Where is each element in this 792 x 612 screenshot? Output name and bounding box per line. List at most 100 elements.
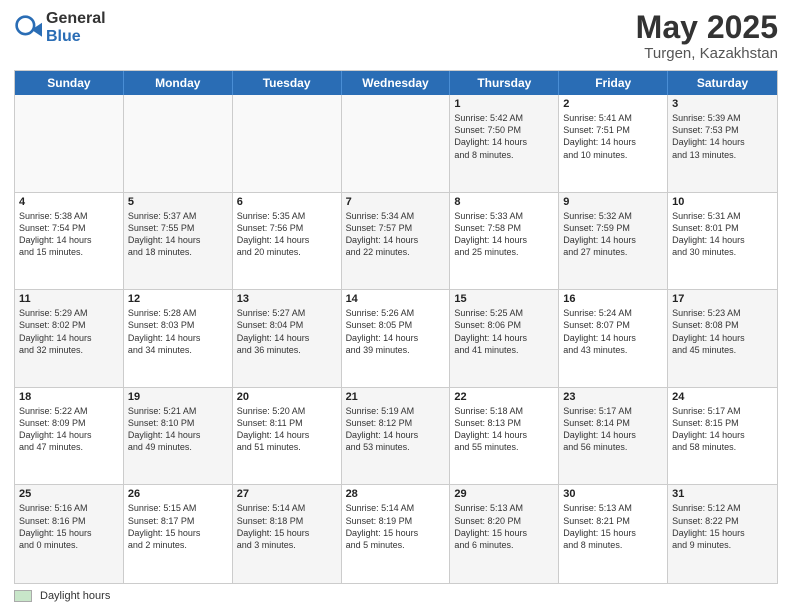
cal-cell: 5 Sunrise: 5:37 AMSunset: 7:55 PMDaylight… (124, 193, 233, 290)
cal-cell: 17Sunrise: 5:23 AMSunset: 8:08 PMDayligh… (668, 290, 777, 387)
cal-cell (124, 95, 233, 192)
day-info: Sunrise: 5:35 AMSunset: 7:56 PMDaylight:… (237, 210, 337, 259)
cal-week-4: 18Sunrise: 5:22 AMSunset: 8:09 PMDayligh… (15, 388, 777, 486)
header-tuesday: Tuesday (233, 71, 342, 95)
cal-week-5: 25Sunrise: 5:16 AMSunset: 8:16 PMDayligh… (15, 485, 777, 583)
title-block: May 2025 Turgen, Kazakhstan (636, 10, 778, 62)
calendar-body: 1 Sunrise: 5:42 AMSunset: 7:50 PMDaylight… (15, 95, 777, 583)
cal-cell: 23 Sunrise: 5:17 AMSunset: 8:14 PMDayligh… (559, 388, 668, 485)
cal-cell: 8 Sunrise: 5:33 AMSunset: 7:58 PMDaylight… (450, 193, 559, 290)
day-number: 12 (128, 293, 228, 305)
cal-cell (342, 95, 451, 192)
day-number: 14 (346, 293, 446, 305)
day-number: 23 (563, 391, 663, 403)
day-info: Sunrise: 5:25 AMSunset: 8:06 PMDaylight:… (454, 307, 554, 356)
cal-cell: 20Sunrise: 5:20 AMSunset: 8:11 PMDayligh… (233, 388, 342, 485)
cal-cell: 29 Sunrise: 5:13 AMSunset: 8:20 PMDayligh… (450, 485, 559, 583)
header-thursday: Thursday (450, 71, 559, 95)
cal-cell: 21 Sunrise: 5:19 AMSunset: 8:12 PMDayligh… (342, 388, 451, 485)
footer: Daylight hours (14, 590, 778, 602)
cal-cell: 31Sunrise: 5:12 AMSunset: 8:22 PMDayligh… (668, 485, 777, 583)
day-info: Sunrise: 5:32 AMSunset: 7:59 PMDaylight:… (563, 210, 663, 259)
day-info: Sunrise: 5:17 AMSunset: 8:15 PMDaylight:… (672, 405, 773, 454)
location-title: Turgen, Kazakhstan (636, 45, 778, 62)
day-number: 21 (346, 391, 446, 403)
cal-cell: 30Sunrise: 5:13 AMSunset: 8:21 PMDayligh… (559, 485, 668, 583)
day-info: Sunrise: 5:13 AMSunset: 8:20 PMDaylight:… (454, 502, 554, 551)
cal-cell: 28 Sunrise: 5:14 AMSunset: 8:19 PMDayligh… (342, 485, 451, 583)
day-info: Sunrise: 5:15 AMSunset: 8:17 PMDaylight:… (128, 502, 228, 551)
header-friday: Friday (559, 71, 668, 95)
logo: General Blue (14, 10, 106, 46)
day-info: Sunrise: 5:16 AMSunset: 8:16 PMDaylight:… (19, 502, 119, 551)
day-info: Sunrise: 5:26 AMSunset: 8:05 PMDaylight:… (346, 307, 446, 356)
cal-cell: 9 Sunrise: 5:32 AMSunset: 7:59 PMDaylight… (559, 193, 668, 290)
day-info: Sunrise: 5:17 AMSunset: 8:14 PMDaylight:… (563, 405, 663, 454)
day-number: 19 (128, 391, 228, 403)
day-number: 22 (454, 391, 554, 403)
day-number: 13 (237, 293, 337, 305)
day-number: 10 (672, 196, 773, 208)
day-number: 1 (454, 98, 554, 110)
day-info: Sunrise: 5:38 AMSunset: 7:54 PMDaylight:… (19, 210, 119, 259)
day-info: Sunrise: 5:24 AMSunset: 8:07 PMDaylight:… (563, 307, 663, 356)
day-number: 4 (19, 196, 119, 208)
day-number: 9 (563, 196, 663, 208)
cal-cell: 25Sunrise: 5:16 AMSunset: 8:16 PMDayligh… (15, 485, 124, 583)
day-number: 26 (128, 488, 228, 500)
day-number: 28 (346, 488, 446, 500)
header-saturday: Saturday (668, 71, 777, 95)
day-info: Sunrise: 5:28 AMSunset: 8:03 PMDaylight:… (128, 307, 228, 356)
day-number: 3 (672, 98, 773, 110)
day-info: Sunrise: 5:21 AMSunset: 8:10 PMDaylight:… (128, 405, 228, 454)
cal-cell: 13 Sunrise: 5:27 AMSunset: 8:04 PMDayligh… (233, 290, 342, 387)
day-info: Sunrise: 5:37 AMSunset: 7:55 PMDaylight:… (128, 210, 228, 259)
day-info: Sunrise: 5:18 AMSunset: 8:13 PMDaylight:… (454, 405, 554, 454)
cal-cell: 7 Sunrise: 5:34 AMSunset: 7:57 PMDaylight… (342, 193, 451, 290)
day-number: 29 (454, 488, 554, 500)
legend-box (14, 590, 32, 602)
header-monday: Monday (124, 71, 233, 95)
legend-label: Daylight hours (40, 590, 110, 602)
day-number: 2 (563, 98, 663, 110)
day-info: Sunrise: 5:34 AMSunset: 7:57 PMDaylight:… (346, 210, 446, 259)
day-info: Sunrise: 5:19 AMSunset: 8:12 PMDaylight:… (346, 405, 446, 454)
day-info: Sunrise: 5:14 AMSunset: 8:19 PMDaylight:… (346, 502, 446, 551)
day-info: Sunrise: 5:23 AMSunset: 8:08 PMDaylight:… (672, 307, 773, 356)
day-info: Sunrise: 5:27 AMSunset: 8:04 PMDaylight:… (237, 307, 337, 356)
day-info: Sunrise: 5:42 AMSunset: 7:50 PMDaylight:… (454, 112, 554, 161)
cal-week-1: 1 Sunrise: 5:42 AMSunset: 7:50 PMDaylight… (15, 95, 777, 193)
cal-cell (233, 95, 342, 192)
day-number: 8 (454, 196, 554, 208)
day-number: 6 (237, 196, 337, 208)
cal-cell: 18Sunrise: 5:22 AMSunset: 8:09 PMDayligh… (15, 388, 124, 485)
cal-cell: 22 Sunrise: 5:18 AMSunset: 8:13 PMDayligh… (450, 388, 559, 485)
day-number: 7 (346, 196, 446, 208)
cal-cell: 11Sunrise: 5:29 AMSunset: 8:02 PMDayligh… (15, 290, 124, 387)
cal-week-2: 4 Sunrise: 5:38 AMSunset: 7:54 PMDaylight… (15, 193, 777, 291)
day-info: Sunrise: 5:31 AMSunset: 8:01 PMDaylight:… (672, 210, 773, 259)
day-number: 5 (128, 196, 228, 208)
cal-cell: 19 Sunrise: 5:21 AMSunset: 8:10 PMDayligh… (124, 388, 233, 485)
header-sunday: Sunday (15, 71, 124, 95)
cal-cell: 3 Sunrise: 5:39 AMSunset: 7:53 PMDaylight… (668, 95, 777, 192)
calendar: Sunday Monday Tuesday Wednesday Thursday… (14, 70, 778, 584)
month-title: May 2025 (636, 10, 778, 45)
day-info: Sunrise: 5:12 AMSunset: 8:22 PMDaylight:… (672, 502, 773, 551)
cal-week-3: 11Sunrise: 5:29 AMSunset: 8:02 PMDayligh… (15, 290, 777, 388)
cal-cell: 2 Sunrise: 5:41 AMSunset: 7:51 PMDaylight… (559, 95, 668, 192)
day-info: Sunrise: 5:41 AMSunset: 7:51 PMDaylight:… (563, 112, 663, 161)
day-info: Sunrise: 5:39 AMSunset: 7:53 PMDaylight:… (672, 112, 773, 161)
day-number: 16 (563, 293, 663, 305)
cal-cell: 16 Sunrise: 5:24 AMSunset: 8:07 PMDayligh… (559, 290, 668, 387)
cal-cell: 10 Sunrise: 5:31 AMSunset: 8:01 PMDayligh… (668, 193, 777, 290)
cal-cell: 14 Sunrise: 5:26 AMSunset: 8:05 PMDayligh… (342, 290, 451, 387)
cal-cell: 27Sunrise: 5:14 AMSunset: 8:18 PMDayligh… (233, 485, 342, 583)
day-info: Sunrise: 5:14 AMSunset: 8:18 PMDaylight:… (237, 502, 337, 551)
day-number: 11 (19, 293, 119, 305)
day-number: 18 (19, 391, 119, 403)
calendar-header-row: Sunday Monday Tuesday Wednesday Thursday… (15, 71, 777, 95)
logo-text: General Blue (46, 10, 106, 46)
header-wednesday: Wednesday (342, 71, 451, 95)
day-info: Sunrise: 5:33 AMSunset: 7:58 PMDaylight:… (454, 210, 554, 259)
